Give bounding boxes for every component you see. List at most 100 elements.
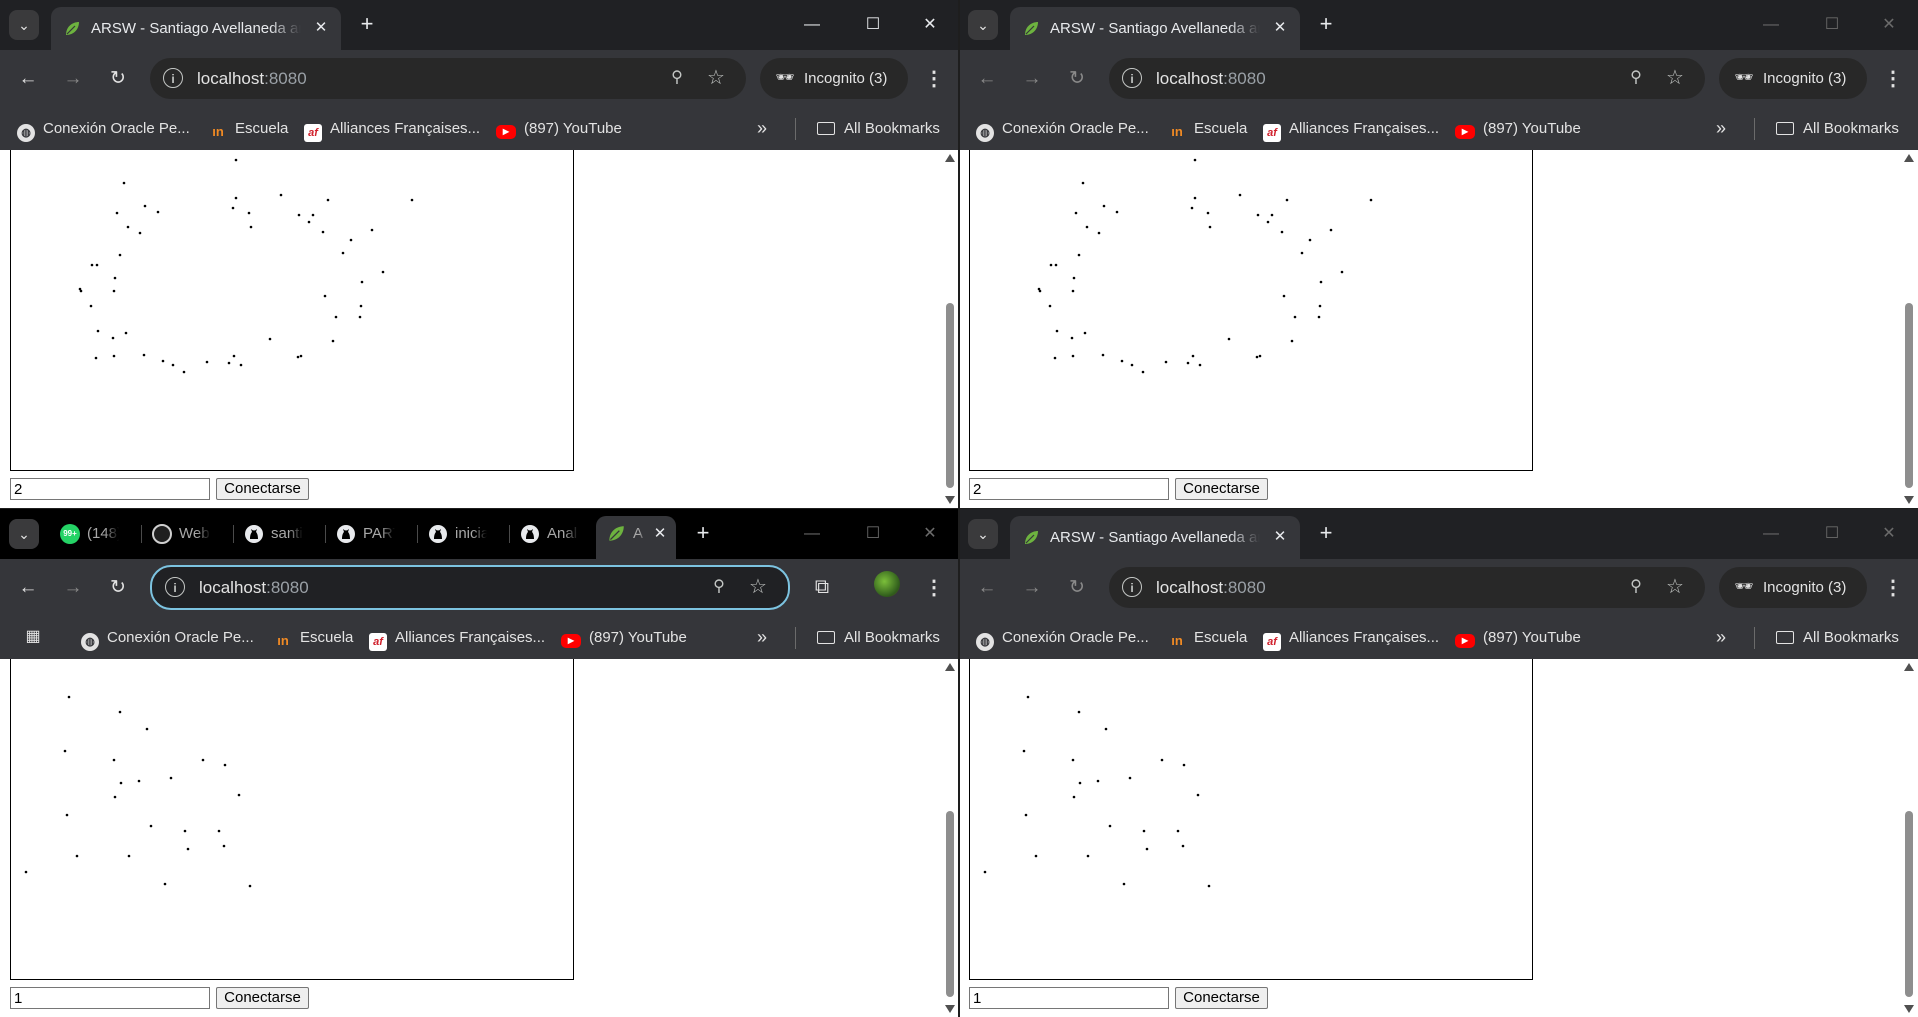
connect-button[interactable]: Conectarse <box>216 478 309 500</box>
bookmark-oracle[interactable]: ◍ Conexión Oracle Pe... <box>976 119 1149 142</box>
minimize-icon[interactable]: — <box>800 522 824 546</box>
chevrons-right-icon[interactable]: » <box>757 627 767 647</box>
profile-avatar[interactable] <box>874 571 900 597</box>
kebab-menu-icon[interactable]: ⋮ <box>922 66 946 92</box>
scrollbar[interactable] <box>942 150 959 508</box>
scroll-down-icon[interactable] <box>1904 496 1914 504</box>
bookmark-escuela[interactable]: ın Escuela <box>274 628 353 650</box>
chevrons-right-icon[interactable]: » <box>1716 118 1726 138</box>
zoom-icon[interactable]: ⚲ <box>1625 576 1647 598</box>
site-info-icon[interactable]: i <box>163 68 183 88</box>
incognito-indicator[interactable]: 🕶 Incognito (3) <box>760 58 908 99</box>
reload-icon[interactable]: ↻ <box>1064 66 1090 92</box>
tab-github-part[interactable]: PART <box>326 516 418 552</box>
site-info-icon[interactable]: i <box>1122 68 1142 88</box>
plus-icon[interactable]: + <box>1313 12 1339 38</box>
maximize-icon[interactable]: ☐ <box>861 13 885 37</box>
incognito-indicator[interactable]: 🕶 Incognito (3) <box>1719 567 1867 608</box>
room-input[interactable] <box>10 478 210 500</box>
tab-arsw[interactable]: ARSW - Santiago Avellaneda and... ✕ <box>1010 7 1300 50</box>
scroll-up-icon[interactable] <box>1904 663 1914 671</box>
plus-icon[interactable]: + <box>690 521 716 547</box>
close-window-icon[interactable]: ✕ <box>1877 13 1901 37</box>
bookmark-youtube[interactable]: ▶ (897) YouTube <box>496 119 622 139</box>
bookmark-alliances[interactable]: af Alliances Françaises... <box>1263 628 1439 651</box>
arrow-left-icon[interactable]: ← <box>15 575 41 601</box>
site-info-icon[interactable]: i <box>1122 577 1142 597</box>
scroll-up-icon[interactable] <box>945 154 955 162</box>
all-bookmarks[interactable]: All Bookmarks <box>817 628 940 648</box>
tab-github-santi[interactable]: santi <box>234 516 326 552</box>
close-icon[interactable]: ✕ <box>311 18 331 38</box>
tab-whatsapp[interactable]: 99+ (148) <box>50 516 142 552</box>
extensions-icon[interactable]: ⧉ <box>808 573 836 601</box>
all-bookmarks[interactable]: All Bookmarks <box>817 119 940 139</box>
reload-icon[interactable]: ↻ <box>1064 575 1090 601</box>
chevrons-right-icon[interactable]: » <box>1716 627 1726 647</box>
scroll-thumb[interactable] <box>946 303 954 488</box>
minimize-icon[interactable]: — <box>800 13 824 37</box>
tab-github-anal[interactable]: Anal <box>510 516 595 552</box>
arrow-left-icon[interactable]: ← <box>974 66 1000 92</box>
close-window-icon[interactable]: ✕ <box>918 13 942 37</box>
tab-web[interactable]: Web <box>142 516 234 552</box>
bookmark-youtube[interactable]: ▶ (897) YouTube <box>1455 119 1581 139</box>
star-icon[interactable]: ☆ <box>704 66 728 90</box>
kebab-menu-icon[interactable]: ⋮ <box>922 575 946 601</box>
bookmark-escuela[interactable]: ın Escuela <box>1168 119 1247 141</box>
address-bar[interactable]: i localhost:8080 ⚲ ☆ <box>150 58 746 99</box>
connect-button[interactable]: Conectarse <box>216 987 309 1009</box>
close-window-icon[interactable]: ✕ <box>1877 522 1901 546</box>
scroll-thumb[interactable] <box>1905 811 1913 997</box>
zoom-icon[interactable]: ⚲ <box>1625 67 1647 89</box>
connect-button[interactable]: Conectarse <box>1175 478 1268 500</box>
address-bar[interactable]: i localhost:8080 ⚲ ☆ <box>1109 567 1705 608</box>
scroll-down-icon[interactable] <box>1904 1005 1914 1013</box>
star-icon[interactable]: ☆ <box>1663 575 1687 599</box>
maximize-icon[interactable]: ☐ <box>1820 13 1844 37</box>
star-icon[interactable]: ☆ <box>1663 66 1687 90</box>
close-icon[interactable]: ✕ <box>1270 18 1290 38</box>
reload-icon[interactable]: ↻ <box>105 575 131 601</box>
plus-icon[interactable]: + <box>354 12 380 38</box>
all-bookmarks[interactable]: All Bookmarks <box>1776 119 1899 139</box>
scroll-up-icon[interactable] <box>1904 154 1914 162</box>
scrollbar[interactable] <box>1901 150 1918 508</box>
chevron-down-icon[interactable]: ⌄ <box>968 10 998 40</box>
room-input[interactable] <box>969 478 1169 500</box>
plus-icon[interactable]: + <box>1313 521 1339 547</box>
bookmark-escuela[interactable]: ın Escuela <box>209 119 288 141</box>
minimize-icon[interactable]: — <box>1759 522 1783 546</box>
address-bar[interactable]: i localhost:8080 ⚲ ☆ <box>150 565 790 610</box>
tab-arsw[interactable]: ARSW - Santiago Avellaneda and... ✕ <box>51 7 341 50</box>
bookmark-oracle[interactable]: ◍ Conexión Oracle Pe... <box>81 628 254 651</box>
kebab-menu-icon[interactable]: ⋮ <box>1881 575 1905 601</box>
scroll-down-icon[interactable] <box>945 496 955 504</box>
scroll-thumb[interactable] <box>946 811 954 997</box>
drawing-canvas[interactable] <box>10 659 574 980</box>
incognito-indicator[interactable]: 🕶 Incognito (3) <box>1719 58 1867 99</box>
tab-arsw[interactable]: ARSW - Santiago Avellaneda and... ✕ <box>1010 516 1300 559</box>
close-window-icon[interactable]: ✕ <box>918 522 942 546</box>
star-icon[interactable]: ☆ <box>746 575 770 599</box>
bookmark-escuela[interactable]: ın Escuela <box>1168 628 1247 650</box>
bookmark-youtube[interactable]: ▶ (897) YouTube <box>1455 628 1581 648</box>
room-input[interactable] <box>969 987 1169 1009</box>
address-bar[interactable]: i localhost:8080 ⚲ ☆ <box>1109 58 1705 99</box>
arrow-right-icon[interactable]: → <box>1019 66 1045 92</box>
arrow-right-icon[interactable]: → <box>60 66 86 92</box>
chevrons-right-icon[interactable]: » <box>757 118 767 138</box>
close-icon[interactable]: ✕ <box>1270 527 1290 547</box>
bookmark-oracle[interactable]: ◍ Conexión Oracle Pe... <box>976 628 1149 651</box>
kebab-menu-icon[interactable]: ⋮ <box>1881 66 1905 92</box>
bookmark-alliances[interactable]: af Alliances Françaises... <box>1263 119 1439 142</box>
arrow-left-icon[interactable]: ← <box>15 66 41 92</box>
bookmark-youtube[interactable]: ▶ (897) YouTube <box>561 628 687 648</box>
drawing-canvas[interactable] <box>10 150 574 471</box>
maximize-icon[interactable]: ☐ <box>861 522 885 546</box>
arrow-left-icon[interactable]: ← <box>974 575 1000 601</box>
bookmark-oracle[interactable]: ◍ Conexión Oracle Pe... <box>17 119 190 142</box>
tab-arsw-active[interactable]: A ✕ <box>596 516 676 559</box>
maximize-icon[interactable]: ☐ <box>1820 522 1844 546</box>
scrollbar[interactable] <box>942 659 959 1017</box>
